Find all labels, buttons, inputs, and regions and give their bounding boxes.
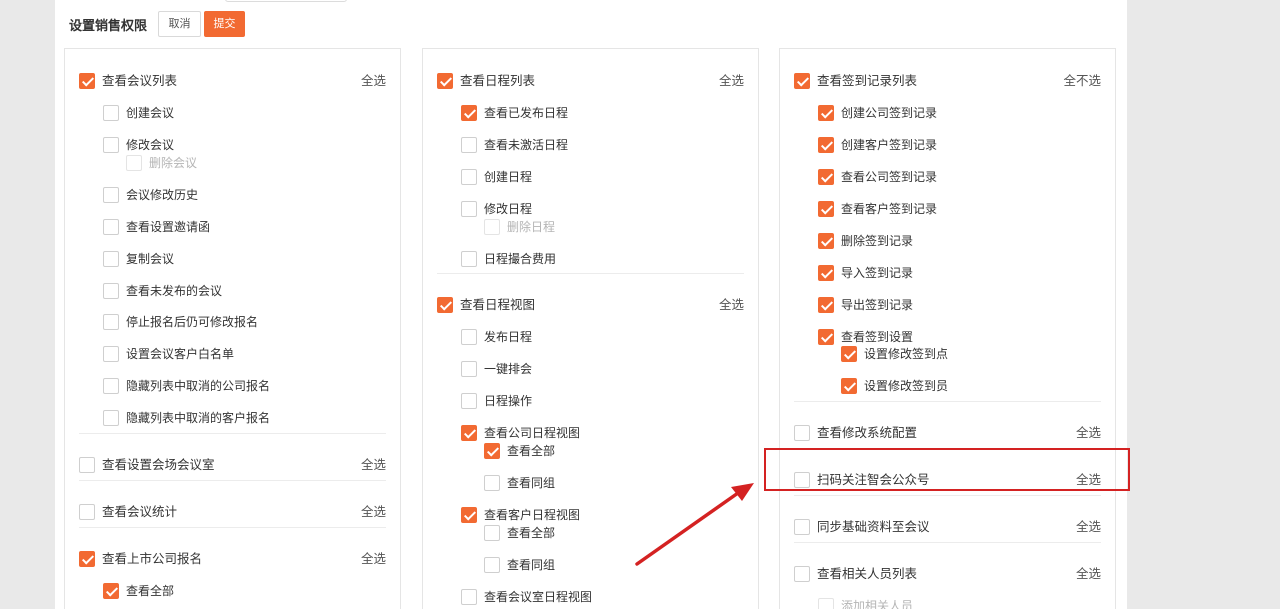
annotation-arrow-icon: [635, 483, 754, 566]
